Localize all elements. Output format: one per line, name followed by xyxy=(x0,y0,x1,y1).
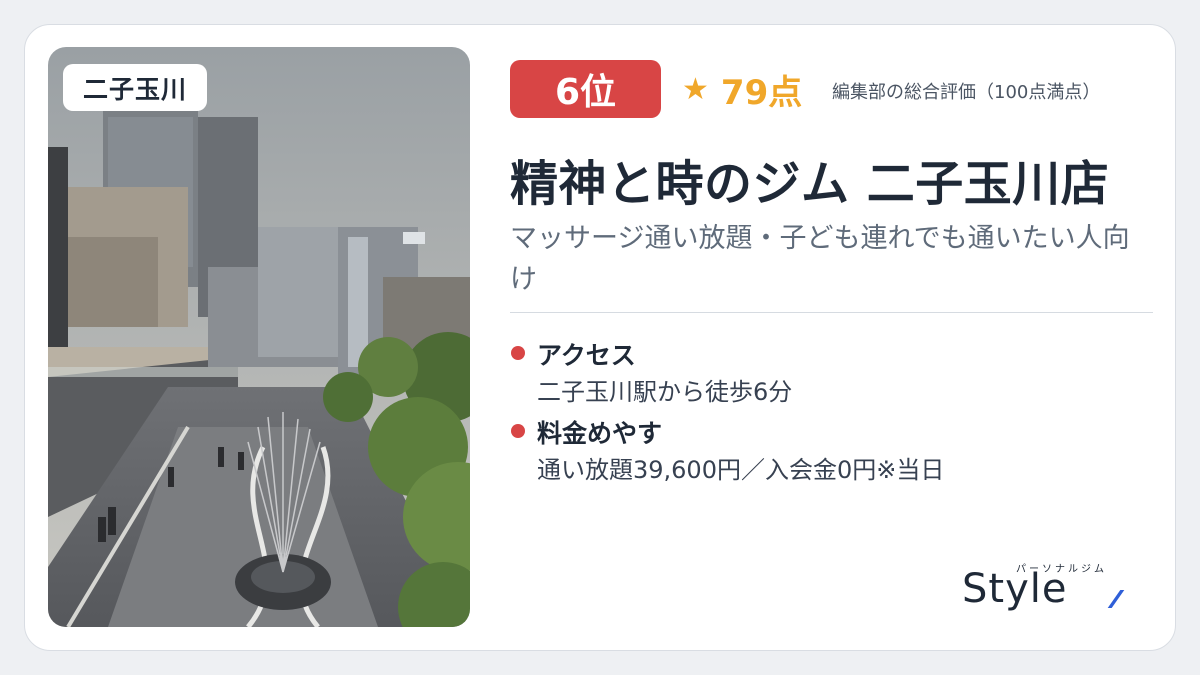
score-note: 編集部の総合評価（100点満点） xyxy=(832,82,1101,103)
star-icon: ★ xyxy=(682,71,709,107)
access-detail: 二子玉川駅から徒歩6分 xyxy=(537,378,793,406)
gym-location-photo xyxy=(48,47,470,627)
score: ★ 79点 xyxy=(682,66,803,113)
score-value: 79点 xyxy=(720,72,803,113)
area-badge: 二子玉川 xyxy=(63,64,208,111)
street-scene-image xyxy=(48,47,470,627)
bullet-dot-icon xyxy=(511,346,525,360)
price-detail: 通い放題39,600円／入会金0円※当日 xyxy=(537,456,945,484)
access-label: アクセス xyxy=(537,341,636,370)
bullet-dot-icon xyxy=(511,424,525,438)
shop-name: 精神と時のジム 二子玉川店 xyxy=(510,156,1110,212)
divider xyxy=(510,312,1153,313)
catch-copy: マッサージ通い放題・子ども連れでも通いたい人向け xyxy=(510,223,1130,295)
logo-slash-icon xyxy=(1107,590,1125,608)
rank-badge: 6位 xyxy=(510,60,661,118)
logo-wordmark: Style xyxy=(962,566,1068,612)
brand-logo: パーソナルジム Style xyxy=(962,560,1132,620)
price-label: 料金めやす xyxy=(537,419,663,448)
